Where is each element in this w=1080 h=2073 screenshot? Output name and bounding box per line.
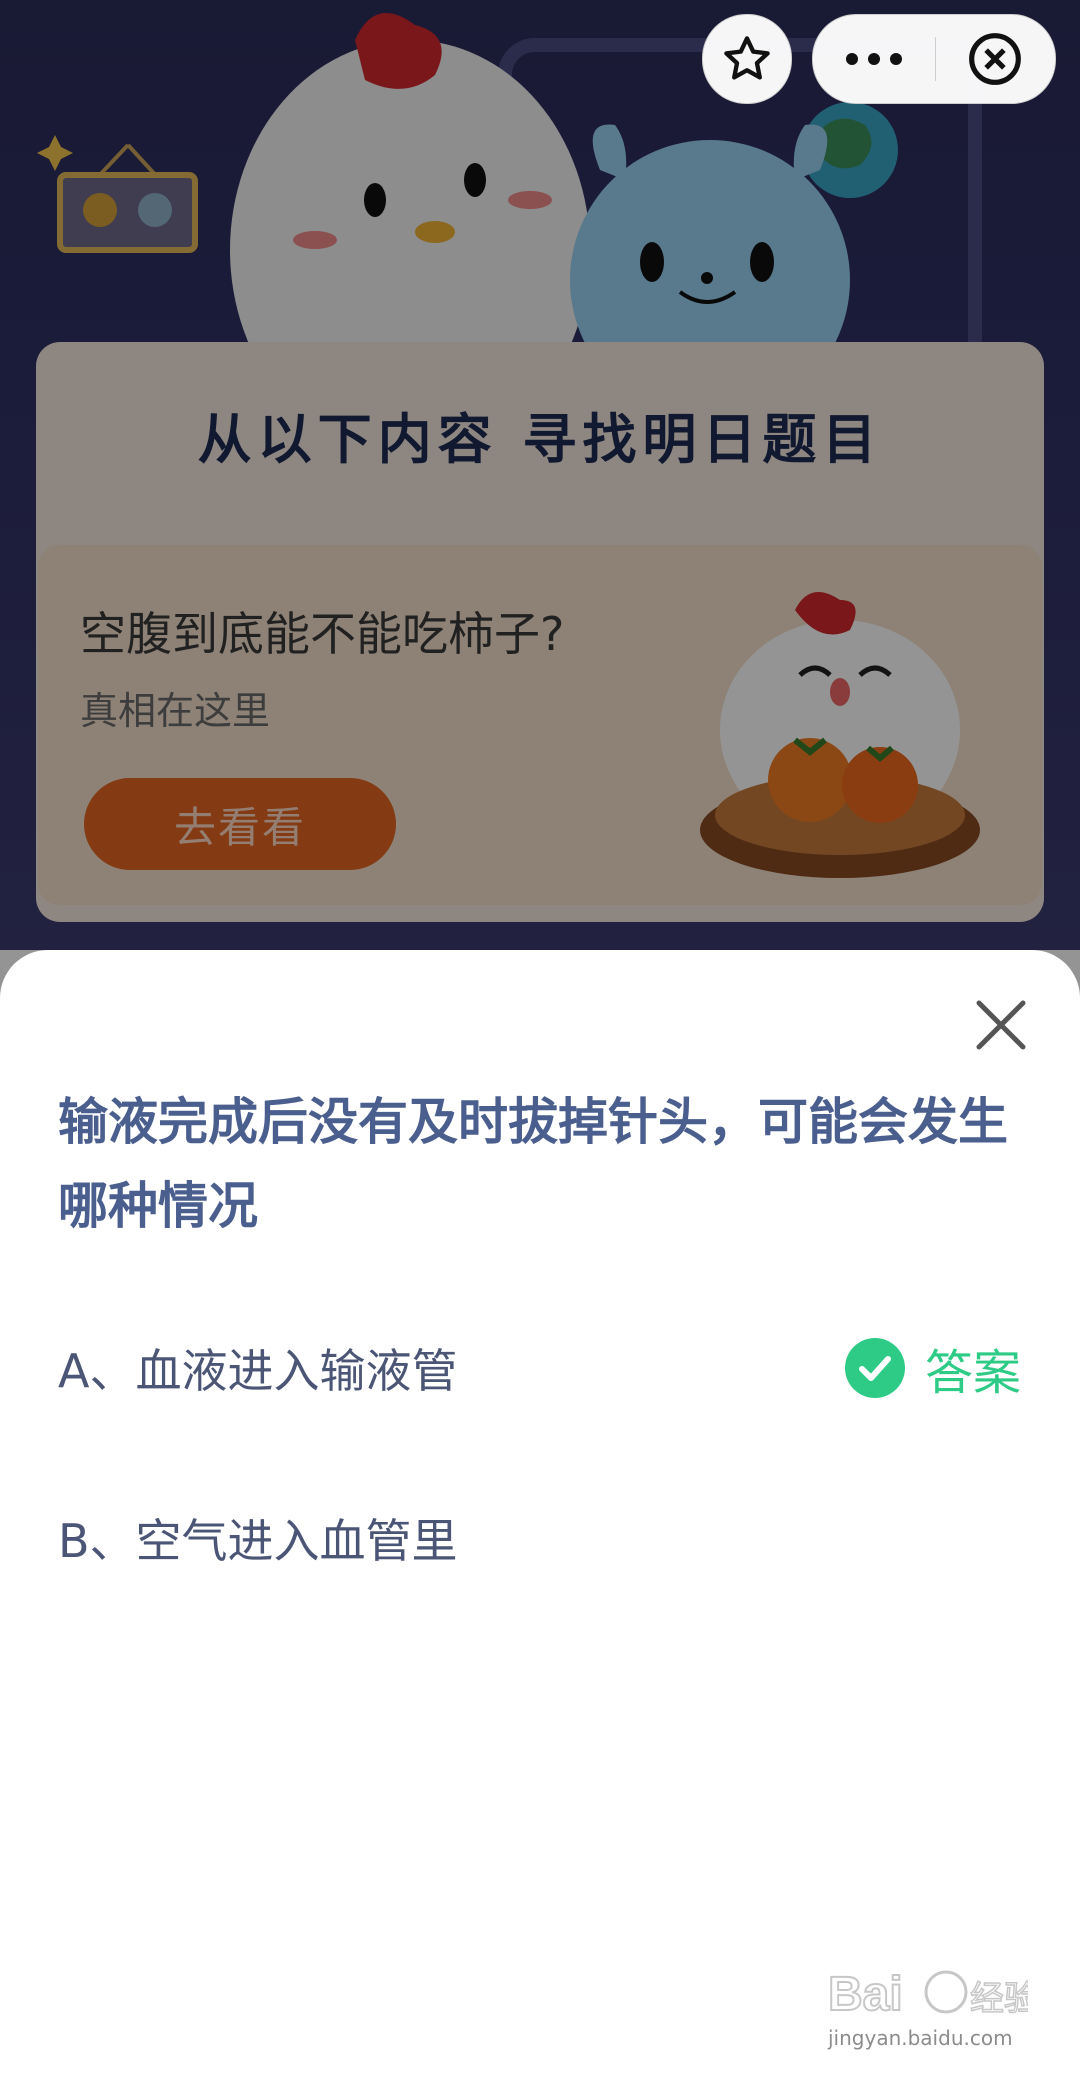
chicken-persimmon-illustration [700, 592, 980, 878]
close-icon[interactable] [973, 997, 1029, 1053]
check-icon [845, 1338, 905, 1398]
answer-label: 答案 [925, 1345, 1022, 1401]
watermark-url: jingyan.baidu.com [828, 2026, 1013, 2050]
banner-title: 从以下内容 寻找明日题目 [197, 408, 883, 471]
more-button[interactable] [813, 15, 935, 103]
go-see-button[interactable]: 去看看 [84, 778, 396, 870]
svg-text:经验: 经验 [970, 1979, 1028, 2019]
question-text: 输液完成后没有及时拔掉针头，可能会发生哪种情况 [58, 1093, 1008, 1235]
more-dots-icon [846, 53, 902, 65]
close-button[interactable] [936, 15, 1054, 103]
option-b[interactable]: B、空气进入血管里 [58, 1505, 458, 1571]
favorite-button[interactable] [702, 14, 792, 104]
svg-text:Bai: Bai [828, 1968, 903, 2021]
promo-card-title: 空腹到底能不能吃柿子? [80, 607, 565, 661]
star-icon [724, 36, 770, 80]
promo-card-subtitle: 真相在这里 [80, 689, 271, 733]
option-a[interactable]: A、血液进入输液管 [58, 1335, 457, 1401]
capsule-menu [812, 14, 1056, 104]
close-circle-icon [969, 33, 1021, 85]
